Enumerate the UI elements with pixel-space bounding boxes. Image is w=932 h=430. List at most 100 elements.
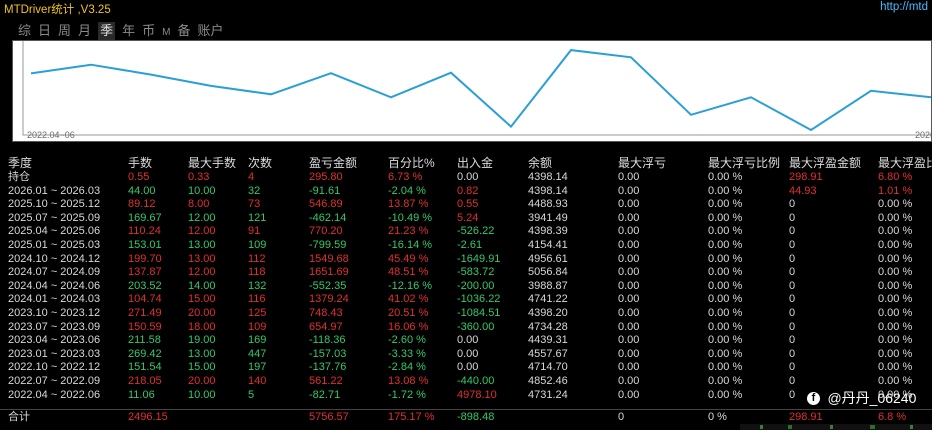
total-cell: 0 xyxy=(618,411,625,423)
table-cell: 5 xyxy=(248,388,255,401)
table-row[interactable]: 持仓 0.55 0.33 4 295.80 6.73 % 0.00 4398.14 0.00 0.… xyxy=(0,171,932,185)
column-header: 百分比% xyxy=(388,156,435,170)
table-cell: 0.00 % xyxy=(708,225,743,238)
table-cell: -137.76 xyxy=(309,361,347,374)
table-cell: 4398.39 xyxy=(528,225,568,238)
tab-0[interactable]: 综 xyxy=(18,22,31,40)
table-row[interactable]: 2023.07 ~ 2023.09 150.59 18.00 109 654.97 16.… xyxy=(0,321,932,335)
tab-9[interactable]: 账户 xyxy=(197,22,223,40)
table-row[interactable]: 2022.10 ~ 2022.12 151.54 15.00 197 -137.76 -2… xyxy=(0,361,932,375)
table-row[interactable]: 2022.07 ~ 2022.09 218.05 20.00 140 561.22 13.… xyxy=(0,375,932,389)
table-cell: 218.05 xyxy=(128,374,162,387)
table-cell: 4734.28 xyxy=(528,320,568,333)
total-cell: -898.48 xyxy=(457,411,495,423)
table-cell: 8.00 xyxy=(188,198,210,211)
table-cell: 4557.67 xyxy=(528,347,568,360)
table-row[interactable]: 2025.10 ~ 2025.12 89.12 8.00 73 546.89 13.87 … xyxy=(0,198,932,212)
table-cell: 0.00 xyxy=(457,171,479,183)
total-cell: 298.91 xyxy=(789,411,823,423)
table-cell: 2023.01 ~ 2023.03 xyxy=(8,347,101,360)
table-cell: 0 xyxy=(789,320,796,333)
table-cell: 271.49 xyxy=(128,306,162,319)
table-cell: 0.00 % xyxy=(708,293,743,306)
tab-4[interactable]: 季 xyxy=(98,22,116,40)
table-cell: 0 xyxy=(789,252,796,265)
tab-3[interactable]: 月 xyxy=(78,22,91,40)
app-url-link[interactable]: http://mtd xyxy=(880,1,928,13)
table-row[interactable]: 2023.10 ~ 2023.12 271.49 20.00 125 748.43 20.… xyxy=(0,307,932,321)
table-cell: 0.00 xyxy=(618,198,640,211)
column-header: 余额 xyxy=(528,156,553,170)
table-cell: 0.00 xyxy=(618,388,640,401)
facebook-icon: f xyxy=(807,391,820,405)
table-row[interactable]: 2025.01 ~ 2025.03 153.01 13.00 109 -799.59 -1… xyxy=(0,239,932,253)
column-header: 最大浮亏比例 xyxy=(708,156,781,170)
table-cell: 0.00 xyxy=(618,266,640,279)
table-cell: 0.00 % xyxy=(708,211,743,224)
table-row[interactable]: 2024.10 ~ 2024.12 199.70 13.00 112 1549.68 45… xyxy=(0,253,932,267)
table-cell: 11.06 xyxy=(128,388,155,401)
table-cell: 2024.07 ~ 2024.09 xyxy=(8,266,101,279)
table-cell: 4714.70 xyxy=(528,361,568,374)
table-row[interactable]: 2026.01 ~ 2026.03 44.00 10.00 32 -91.61 -2.04… xyxy=(0,185,932,199)
table-row[interactable]: 2022.04 ~ 2022.06 11.06 10.00 5 -82.71 -1.72 … xyxy=(0,389,932,403)
table-cell: 132 xyxy=(248,279,267,292)
table-cell: 0.00 xyxy=(618,374,640,387)
table-cell: 4398.20 xyxy=(528,306,568,319)
table-cell: 0.00 xyxy=(618,225,640,238)
table-cell: 13.00 xyxy=(188,347,216,360)
table-cell: 4852.46 xyxy=(528,374,568,387)
table-cell: 44.00 xyxy=(128,184,156,197)
tab-8[interactable]: 备 xyxy=(177,22,190,40)
table-row[interactable]: 2025.07 ~ 2025.09 169.67 12.00 121 -462.14 -1… xyxy=(0,212,932,226)
table-row[interactable]: 2025.04 ~ 2025.06 110.24 12.00 91 770.20 21.2… xyxy=(0,225,932,239)
column-header: 最大手数 xyxy=(188,156,237,170)
table-cell: 89.12 xyxy=(128,198,156,211)
table-cell: 10.00 xyxy=(188,388,216,401)
table-cell: 0.00 xyxy=(618,184,640,197)
table-cell: 0.00 % xyxy=(708,198,743,211)
table-cell: -552.35 xyxy=(309,279,347,292)
tab-1[interactable]: 日 xyxy=(38,22,51,40)
table-cell: 3941.49 xyxy=(528,211,568,224)
column-header: 次数 xyxy=(248,156,273,170)
table-cell: 0.00 % xyxy=(878,293,913,306)
table-cell: 197 xyxy=(248,361,267,374)
table-row[interactable]: 2024.07 ~ 2024.09 137.87 12.00 118 1651.69 48… xyxy=(0,266,932,280)
table-cell: 0.00 xyxy=(618,306,640,319)
table-cell: 0.00 % xyxy=(708,388,743,401)
table-cell: 13.00 xyxy=(188,238,216,251)
table-cell: 1549.68 xyxy=(309,252,349,265)
table-cell: 0.00 % xyxy=(878,374,913,387)
table-cell: 0.00 xyxy=(618,279,640,292)
watermark-text: @丹丹_06240 xyxy=(827,390,917,406)
table-cell: 13.87 % xyxy=(388,198,429,211)
table-row[interactable]: 2024.01 ~ 2024.03 104.74 15.00 116 1379.24 41… xyxy=(0,293,932,307)
column-header: 手数 xyxy=(128,156,153,170)
table-cell: 2024.01 ~ 2024.03 xyxy=(8,293,101,306)
table-cell: 748.43 xyxy=(309,306,343,319)
table-cell: 14.00 xyxy=(188,279,216,292)
table-cell: 0.00 % xyxy=(878,347,913,360)
table-cell: 2025.01 ~ 2025.03 xyxy=(8,238,101,251)
tab-6[interactable]: 币 xyxy=(142,22,155,40)
table-row[interactable]: 2023.04 ~ 2023.06 211.58 19.00 169 -118.36 -2… xyxy=(0,334,932,348)
table-row[interactable]: 2023.01 ~ 2023.03 269.42 13.00 447 -157.03 -3… xyxy=(0,348,932,362)
table-row[interactable]: 2024.04 ~ 2024.06 203.52 14.00 132 -552.35 -1… xyxy=(0,280,932,294)
column-header: 最大浮亏 xyxy=(618,156,667,170)
table-cell: 561.22 xyxy=(309,374,343,387)
table-cell: 112 xyxy=(248,252,266,265)
table-cell: -1.72 % xyxy=(388,388,426,401)
tab-5[interactable]: 年 xyxy=(122,22,135,40)
table-cell: 0.00 xyxy=(618,320,640,333)
table-cell: -2.84 % xyxy=(388,361,426,374)
table-cell: 0.00 % xyxy=(878,334,913,347)
balance-chart-svg xyxy=(22,41,931,136)
table-cell: 137.87 xyxy=(128,266,162,279)
table-cell: 持仓 xyxy=(8,171,30,183)
table-cell: 0.00 % xyxy=(708,266,743,279)
table-cell: 1379.24 xyxy=(309,293,349,306)
table-cell: 0.00 xyxy=(457,334,479,347)
table-cell: 199.70 xyxy=(128,252,162,265)
tab-2[interactable]: 周 xyxy=(58,22,71,40)
